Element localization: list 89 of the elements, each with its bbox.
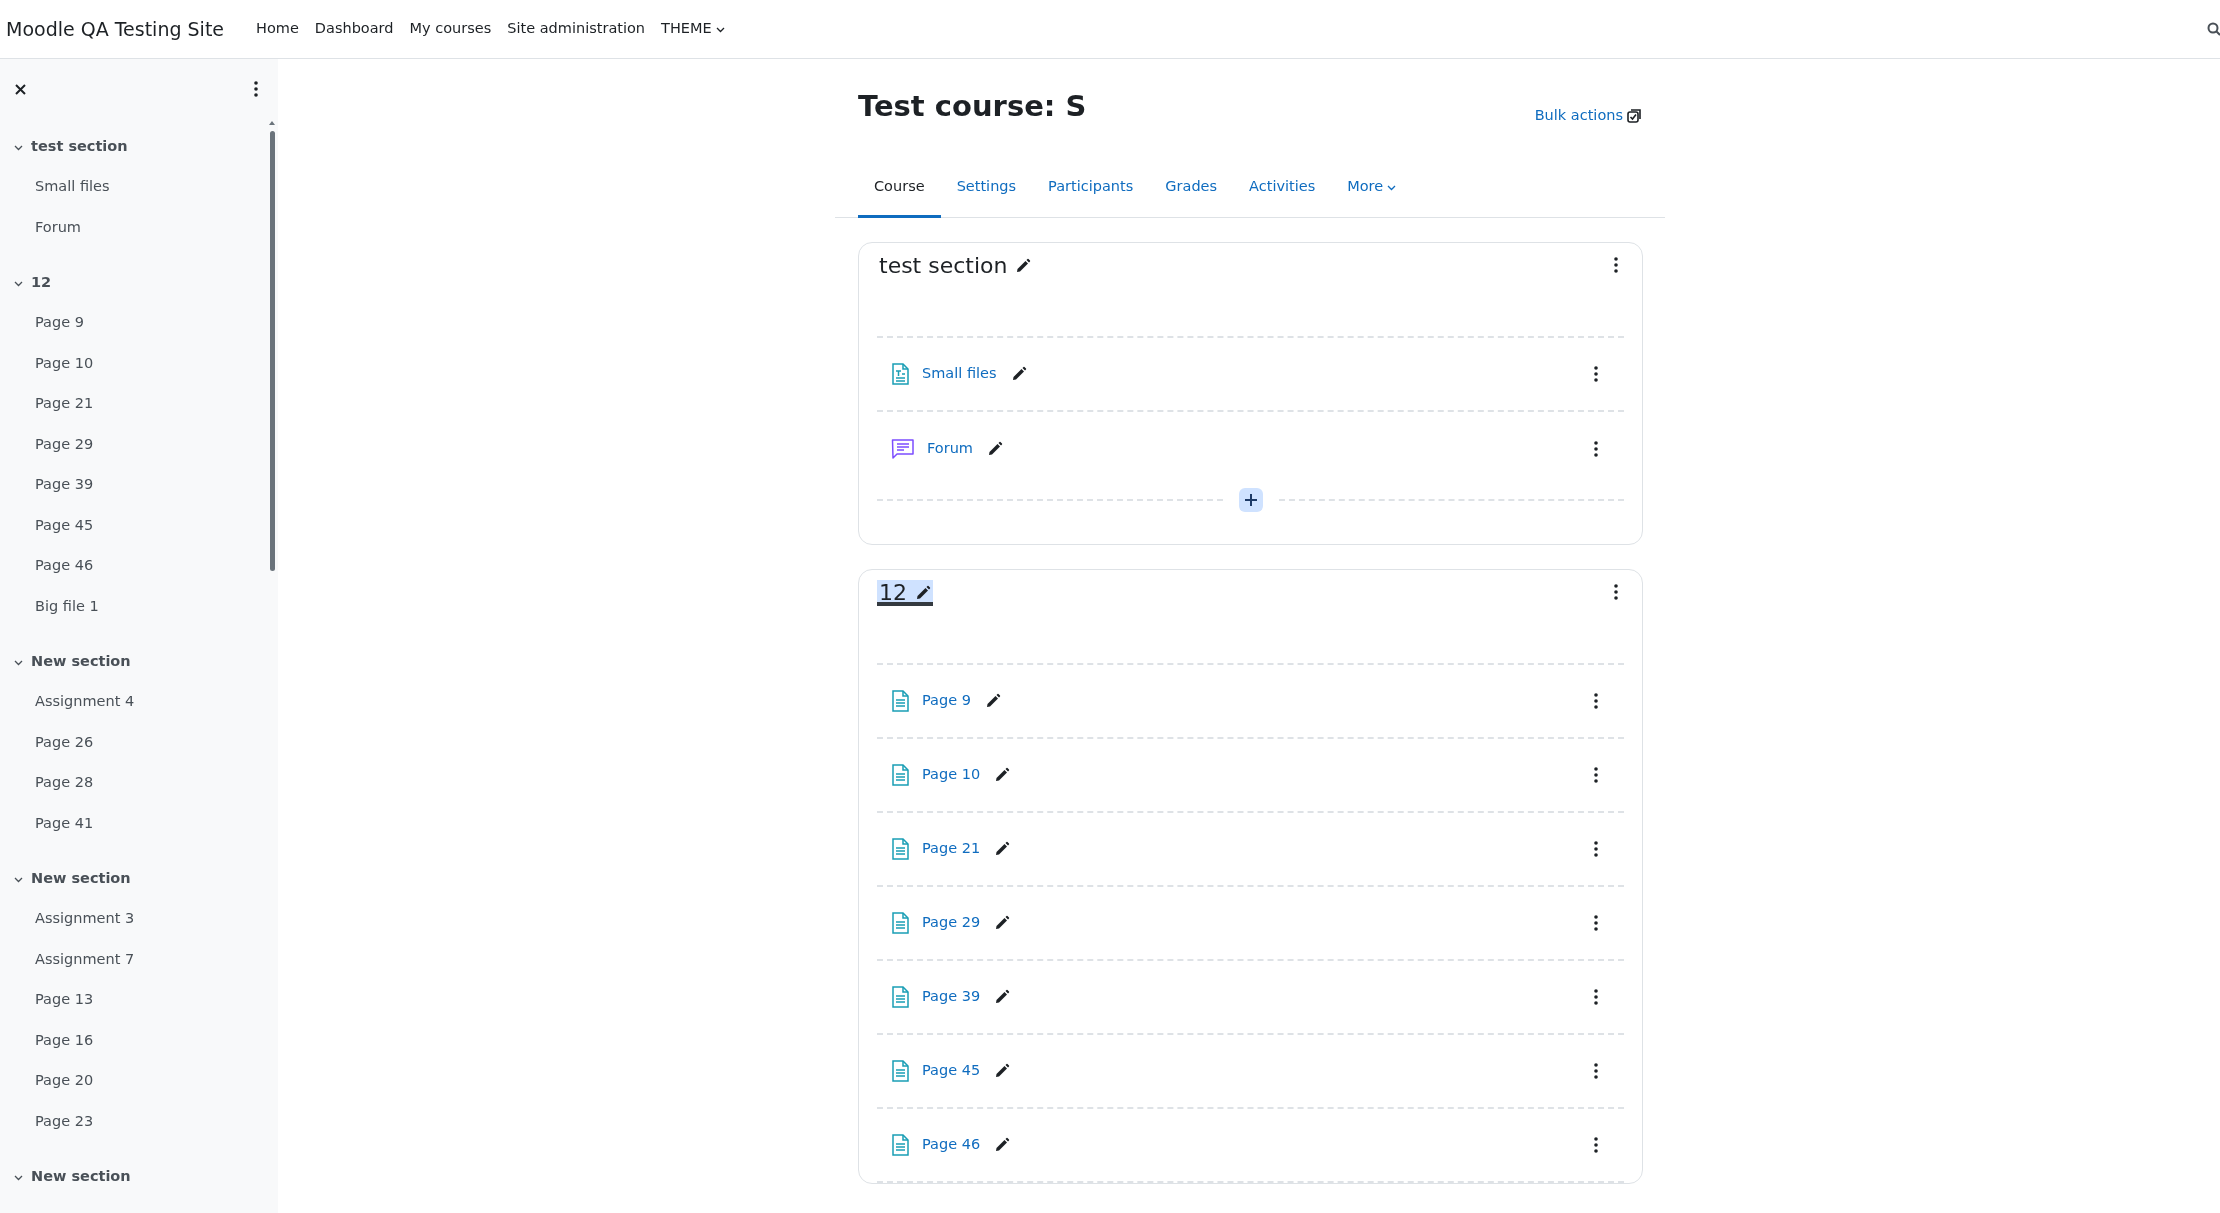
section-title[interactable]: test section	[31, 136, 128, 158]
nav-link[interactable]: Home	[248, 14, 307, 44]
course-tab[interactable]: More	[1331, 159, 1413, 218]
index-item[interactable]: Page 46	[0, 546, 278, 587]
kebab-icon	[1594, 366, 1598, 382]
index-item[interactable]: Page 29	[0, 424, 278, 465]
course-tab[interactable]: Course	[858, 159, 941, 218]
index-item[interactable]: Assignment 7	[0, 939, 278, 980]
index-item[interactable]: Page 28	[0, 763, 278, 804]
pencil-icon[interactable]	[994, 915, 1011, 931]
page-icon	[891, 1060, 910, 1082]
site-name[interactable]: Moodle QA Testing Site	[6, 14, 225, 44]
pencil-icon[interactable]	[1010, 366, 1027, 382]
kebab-icon	[1594, 693, 1598, 709]
pencil-icon[interactable]	[994, 989, 1011, 1005]
index-item[interactable]: Forum	[0, 207, 278, 248]
index-item[interactable]: Page 10	[0, 343, 278, 384]
section-title[interactable]: New section	[31, 868, 131, 890]
activity-link[interactable]: Page 39	[922, 986, 981, 1008]
kebab-icon	[1594, 989, 1598, 1005]
index-item[interactable]: Page 41	[0, 803, 278, 844]
index-item[interactable]: Page 45	[0, 505, 278, 546]
close-icon	[14, 82, 27, 96]
index-item[interactable]: Page 9	[0, 303, 278, 344]
kebab-icon	[1594, 915, 1598, 931]
section-title[interactable]: test section	[877, 253, 1034, 280]
index-item[interactable]: Page 20	[0, 1061, 278, 1102]
activity-link[interactable]: Page 46	[922, 1134, 981, 1156]
activity-link[interactable]: Small files	[922, 363, 997, 385]
kebab-icon	[1614, 584, 1618, 600]
activity-link[interactable]: Page 10	[922, 764, 981, 786]
page-icon	[891, 986, 910, 1008]
page-icon	[891, 764, 910, 786]
bulk-actions-link[interactable]: Bulk actions	[1534, 105, 1641, 127]
pencil-icon[interactable]	[987, 441, 1003, 457]
index-item[interactable]: Page 16	[0, 1020, 278, 1061]
section-title[interactable]: 12	[877, 580, 933, 607]
kebab-icon	[1594, 441, 1598, 457]
index-item[interactable]: Assignment 4	[0, 682, 278, 723]
course-tab[interactable]: Participants	[1032, 159, 1150, 218]
scrollbar-thumb[interactable]	[270, 131, 275, 571]
kebab-icon	[1614, 257, 1618, 273]
index-item[interactable]: Big file 1	[0, 586, 278, 627]
checkbox-stack-icon	[1627, 108, 1641, 123]
activity-link[interactable]: Page 21	[922, 838, 981, 860]
activity-link[interactable]: Page 9	[922, 690, 971, 712]
scroll-up-icon[interactable]	[269, 121, 275, 125]
activity-link[interactable]: Page 45	[922, 1060, 981, 1082]
page-icon	[891, 1134, 910, 1156]
kebab-icon	[1594, 1063, 1598, 1079]
pencil-icon[interactable]	[994, 767, 1011, 783]
index-item[interactable]: Page 13	[0, 980, 278, 1021]
section-title[interactable]: New section	[31, 651, 131, 673]
index-item[interactable]: Page 23	[0, 1101, 278, 1142]
section-title[interactable]: 12	[31, 272, 52, 294]
activity-link[interactable]: Forum	[927, 438, 973, 460]
page-icon	[891, 690, 910, 712]
pencil-icon[interactable]	[994, 1137, 1011, 1153]
page-icon	[891, 838, 910, 860]
pencil-icon[interactable]	[994, 1063, 1011, 1079]
course-tab[interactable]: Grades	[1149, 159, 1234, 218]
section-title[interactable]: New section	[31, 1166, 131, 1188]
nav-link[interactable]: THEME	[653, 14, 733, 44]
page-icon	[891, 912, 910, 934]
kebab-icon	[1594, 767, 1598, 783]
add-button[interactable]	[1238, 488, 1263, 512]
kebab-icon	[254, 81, 258, 97]
nav-link[interactable]: Dashboard	[306, 14, 402, 44]
index-item[interactable]: Assignment 3	[0, 899, 278, 940]
page-title: Test course: S	[858, 89, 1087, 124]
index-item[interactable]: Page 26	[0, 722, 278, 763]
course-tab[interactable]: Settings	[940, 159, 1033, 218]
pencil-icon[interactable]	[915, 585, 931, 602]
kebab-icon	[1594, 841, 1598, 857]
nav-link[interactable]: Site administration	[499, 14, 654, 44]
document-icon	[891, 363, 910, 385]
kebab-icon	[1594, 1137, 1598, 1153]
speech-bubble-icon	[891, 438, 915, 460]
index-item[interactable]: Page 39	[0, 465, 278, 506]
course-tab[interactable]: Activities	[1233, 159, 1332, 218]
pencil-icon[interactable]	[984, 693, 1001, 709]
nav-link[interactable]: My courses	[401, 14, 500, 44]
plus-icon	[1244, 494, 1257, 506]
index-item[interactable]: Small files	[0, 167, 278, 208]
pencil-icon[interactable]	[994, 841, 1011, 857]
activity-link[interactable]: Page 29	[922, 912, 981, 934]
pencil-icon[interactable]	[1015, 258, 1032, 275]
search-icon[interactable]	[2207, 22, 2220, 36]
index-item[interactable]: Page 21	[0, 384, 278, 425]
